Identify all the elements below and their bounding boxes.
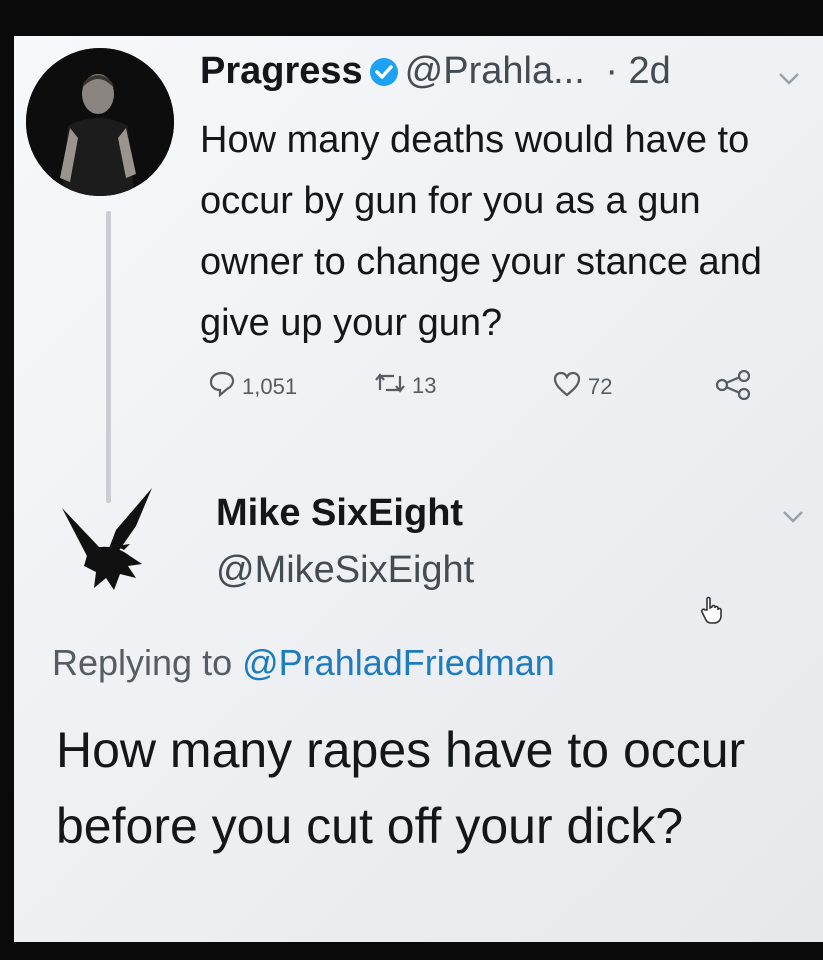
retweet-count: 13 xyxy=(412,373,437,398)
reply-tweet-text: How many rapes have to occur before you … xyxy=(56,722,746,854)
original-tweet-header: Pragress @Prahla... · 2d xyxy=(200,50,671,97)
original-handle[interactable]: @Prahla... xyxy=(405,50,585,92)
replying-to-line: Replying to @PrahladFriedman xyxy=(52,642,555,684)
replying-to-label: Replying to xyxy=(52,642,233,683)
verified-badge-icon xyxy=(369,54,399,97)
avatar-image xyxy=(26,48,174,196)
retweet-button[interactable]: 13 xyxy=(374,370,436,402)
heart-icon xyxy=(552,370,582,404)
hand-cursor-icon xyxy=(700,596,722,631)
like-count: 72 xyxy=(588,374,613,399)
replying-to-mention-link[interactable]: @PrahladFriedman xyxy=(242,642,555,683)
original-author-avatar[interactable] xyxy=(26,48,174,196)
retweet-icon xyxy=(374,370,406,402)
reply-icon xyxy=(208,370,236,404)
thread-connector-line xyxy=(106,211,111,503)
chevron-down-icon[interactable] xyxy=(778,62,800,93)
reply-button[interactable]: 1,051 xyxy=(208,370,297,404)
reply-count: 1,051 xyxy=(242,374,298,399)
raven-logo-icon xyxy=(62,488,152,590)
reply-display-name[interactable]: Mike SixEight xyxy=(216,492,463,535)
share-button[interactable] xyxy=(714,369,754,406)
reply-handle[interactable]: @MikeSixEight xyxy=(216,549,474,592)
like-button[interactable]: 72 xyxy=(552,370,612,404)
reply-menu-chevron-icon[interactable] xyxy=(782,500,804,531)
reply-author-avatar[interactable] xyxy=(58,486,158,606)
share-icon xyxy=(714,369,754,406)
tweet-screen: Pragress @Prahla... · 2d How many deaths … xyxy=(14,36,823,942)
original-tweet-text: How many deaths would have to occur by g… xyxy=(200,119,762,344)
original-timestamp[interactable]: · 2d xyxy=(605,50,670,92)
original-display-name[interactable]: Pragress xyxy=(200,50,363,92)
